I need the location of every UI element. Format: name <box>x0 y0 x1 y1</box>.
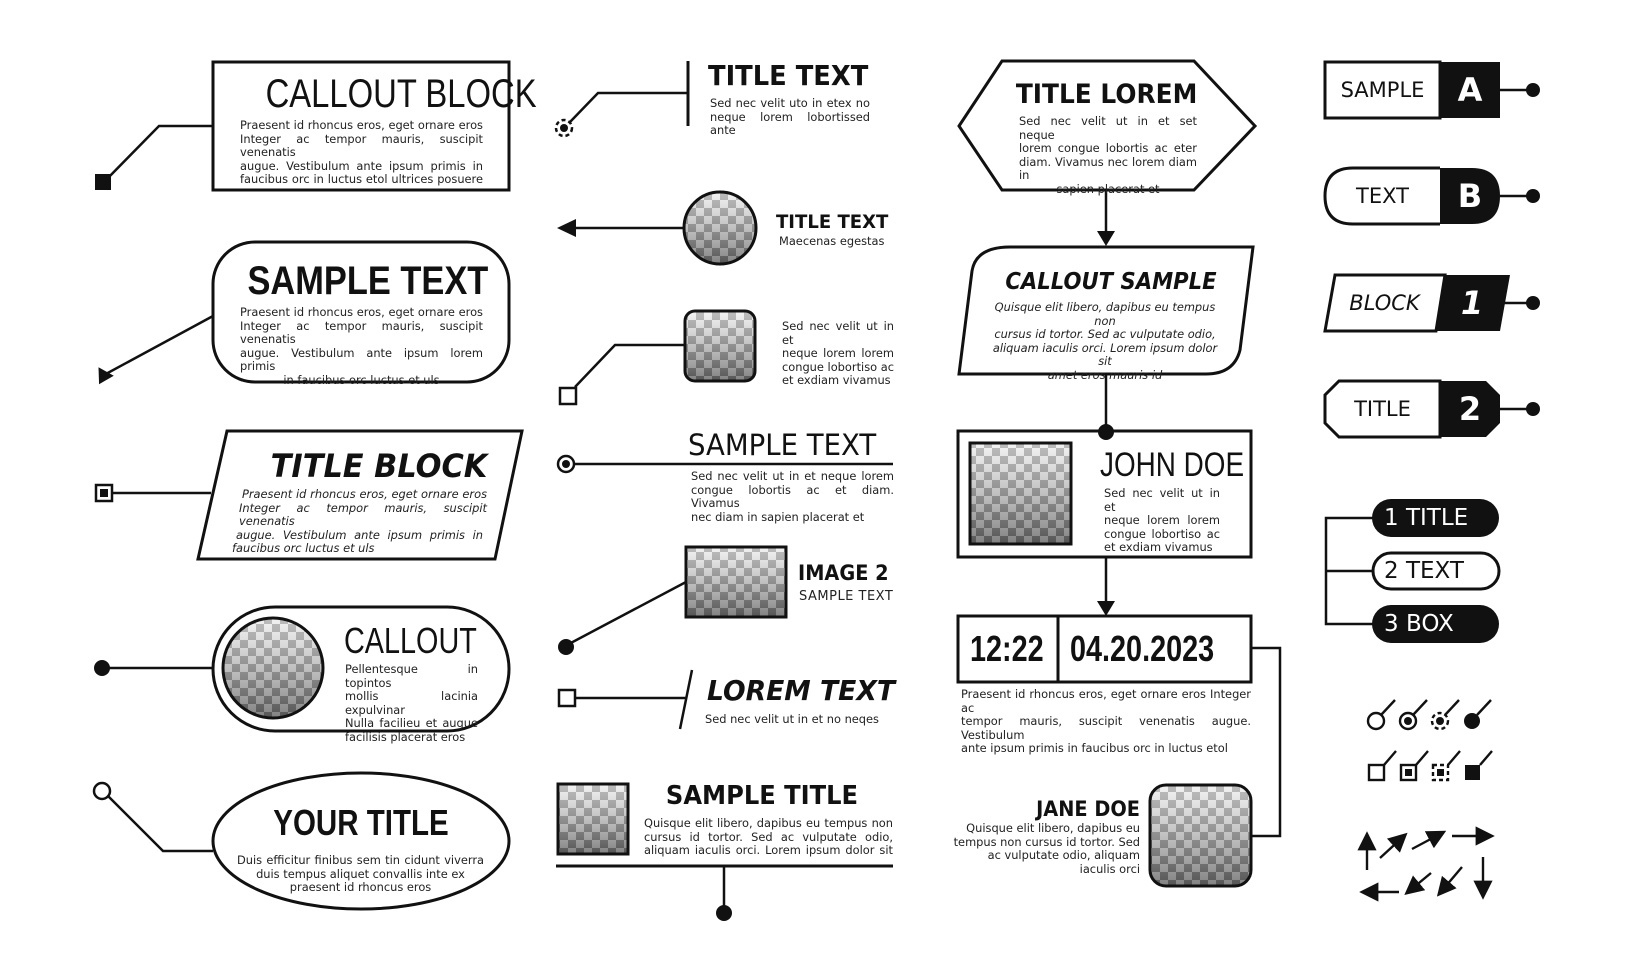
title-text-1-connector <box>569 91 688 123</box>
arrow-icons <box>1357 826 1495 902</box>
filled-square-pointer-icon <box>1465 750 1493 780</box>
image-2-connector <box>566 580 687 647</box>
dashed-circle-pointer-icon <box>1430 699 1460 731</box>
callout-block-title: CALLOUT BLOCK <box>265 72 537 116</box>
image-text-item <box>558 309 757 406</box>
jane-doe-card <box>1148 783 1253 888</box>
hollow-circle-pointer-icon <box>1366 699 1396 731</box>
tag-badge: A <box>1457 71 1483 109</box>
filled-circle-icon <box>558 639 574 655</box>
jane-doe-body: Quisque elit libero, dapibus eu tempus n… <box>953 821 1140 876</box>
tag-label: TITLE <box>1354 397 1411 421</box>
tag-badge: 1 <box>1460 284 1484 322</box>
down-arrow-icon <box>1097 231 1115 246</box>
title-lorem-title: TITLE LOREM <box>1015 79 1198 110</box>
image-placeholder-jane <box>1148 783 1253 888</box>
callout-block-connector <box>103 124 213 183</box>
image-placeholder-square <box>556 782 630 856</box>
image-text-connector <box>574 343 685 388</box>
tag-label: BLOCK <box>1349 291 1420 315</box>
lorem-text-subtitle: Sed nec velit ut in et no neqes <box>705 712 879 726</box>
square-dot-pointer-icon <box>1399 750 1429 782</box>
arrow-down-left-steep-icon <box>1436 866 1463 897</box>
circle-dot-pointer-icon <box>1398 699 1428 731</box>
your-title-body: Duis efficitur finibus sem tin cidunt vi… <box>237 853 484 895</box>
hollow-square-icon <box>558 386 578 406</box>
callout-sample-title: CALLOUT SAMPLE <box>1005 269 1217 295</box>
left-arrow-icon <box>557 219 576 237</box>
title-text-1-title: TITLE TEXT <box>708 59 869 92</box>
title-block-title: TITLE BLOCK <box>270 447 488 485</box>
hollow-circle-icon <box>92 781 112 801</box>
tree-item-2: 2 TEXT <box>1384 558 1464 584</box>
image-text-body: Sed nec velit ut in et neque lorem lorem… <box>782 319 894 388</box>
sample-text-title: SAMPLE TEXT <box>247 259 489 303</box>
image-placeholder-john <box>968 441 1073 546</box>
filled-circle-icon <box>716 905 732 921</box>
filled-square-icon <box>95 174 111 190</box>
title-text-2-subtitle: Maecenas egestas <box>779 234 885 248</box>
arrow-down-left-icon <box>1404 872 1432 896</box>
image-2-title: IMAGE 2 <box>798 561 889 585</box>
callout-title: CALLOUT <box>344 620 477 661</box>
filled-circle-icon <box>94 660 110 676</box>
pointer-icons <box>1366 699 1493 782</box>
arrow-up-right-shallow-icon <box>1411 830 1447 851</box>
sample-text-connector <box>103 314 214 377</box>
title-text-2-title: TITLE TEXT <box>776 211 889 233</box>
callout-block-body: Praesent id rhoncus eros, eget ornare er… <box>240 118 483 187</box>
filled-circle-icon <box>1526 402 1540 416</box>
tag-badge: B <box>1457 177 1483 215</box>
filled-circle-icon <box>1526 296 1540 310</box>
lorem-text-item <box>557 669 694 730</box>
jane-doe-title: JANE DOE <box>1036 797 1140 821</box>
image-placeholder-round <box>221 616 325 720</box>
title-text-1-item <box>554 61 690 138</box>
image-placeholder-rect <box>684 545 788 619</box>
datetime-time: 12:22 <box>970 628 1044 669</box>
tree-item-3: 3 BOX <box>1384 611 1454 637</box>
tag-label: TEXT <box>1356 184 1409 208</box>
hollow-square-pointer-icon <box>1367 750 1397 782</box>
your-title-connector <box>107 795 213 853</box>
datetime-body: Praesent id rhoncus eros, eget ornare er… <box>961 687 1251 756</box>
tree-item-1: 1 TITLE <box>1384 505 1469 531</box>
john-doe-title: JOHN DOE <box>1100 446 1245 484</box>
sample-text-body: Praesent id rhoncus eros, eget ornare er… <box>240 305 483 387</box>
dashed-square-pointer-icon <box>1431 750 1461 782</box>
title-text-1-body: Sed nec velit uto in etex no neque lorem… <box>710 96 870 138</box>
title-block-body: Praesent id rhoncus eros, eget ornare er… <box>232 487 487 556</box>
sample-text-underline-title: SAMPLE TEXT <box>688 428 877 462</box>
image-placeholder-circle <box>682 190 758 266</box>
sample-title-title: SAMPLE TITLE <box>665 781 859 811</box>
callout-sample-body: Quisque elit libero, dapibus eu tempus n… <box>992 300 1218 382</box>
filled-circle-pointer-icon <box>1464 699 1492 729</box>
image-placeholder-rounded-square <box>683 309 757 383</box>
arrow-up-right-icon <box>1379 832 1408 859</box>
tag-badge: 2 <box>1458 390 1482 428</box>
tag-label: SAMPLE <box>1340 78 1425 102</box>
lorem-text-title: LOREM TEXT <box>707 674 895 707</box>
hollow-square-icon <box>557 688 577 708</box>
sample-title-body: Quisque elit libero, dapibus eu tempus n… <box>644 816 893 858</box>
down-arrow-icon <box>1097 601 1115 616</box>
image-2-subtitle: SAMPLE TEXT <box>799 589 894 604</box>
filled-circle-icon <box>1526 189 1540 203</box>
datetime-date: 04.20.2023 <box>1070 628 1215 669</box>
your-title-title: YOUR TITLE <box>273 802 449 843</box>
filled-circle-icon <box>1526 83 1540 97</box>
filled-triangle-arrow-icon <box>98 367 114 385</box>
image-2-item <box>558 545 788 655</box>
title-text-2-item <box>557 190 758 266</box>
title-lorem-body: Sed nec velit ut in et set neque lorem c… <box>1019 114 1197 196</box>
callout-body: Pellentesque in topintos mollis lacinia … <box>345 662 478 744</box>
john-doe-body: Sed nec velit ut in et neque lorem lorem… <box>1104 486 1220 555</box>
sample-text-underline-body: Sed nec velit ut in et neque lorem congu… <box>691 469 894 524</box>
